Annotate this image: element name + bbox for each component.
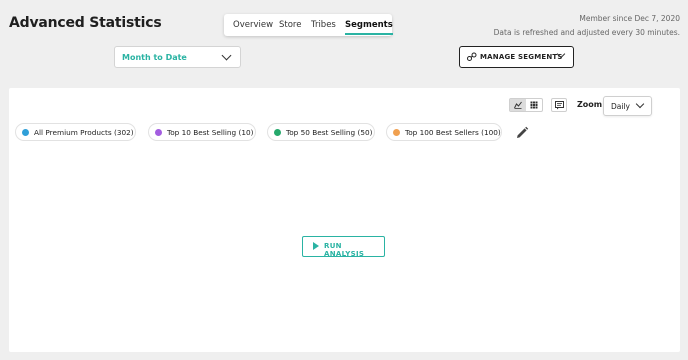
segment-label: Top 50 Best Selling (50)	[286, 128, 373, 137]
chevron-down-icon	[221, 50, 232, 61]
segment-pill-top-50[interactable]: Top 50 Best Selling (50)	[267, 123, 375, 141]
run-analysis-button[interactable]: RUN ANALYSIS	[302, 236, 385, 258]
page-title: Advanced Statistics	[9, 15, 162, 31]
segment-color-dot	[155, 129, 162, 136]
tab-bar: Overview Store Tribes Segments	[224, 14, 393, 36]
tab-segments[interactable]: Segments	[345, 20, 393, 35]
member-since-text: Member since Dec 7, 2020	[579, 14, 680, 23]
chart-view-button[interactable]	[510, 99, 526, 111]
grid-view-button[interactable]	[526, 99, 542, 111]
tab-overview[interactable]: Overview	[233, 20, 273, 30]
segments-icon	[467, 52, 477, 61]
play-icon	[313, 242, 319, 250]
zoom-value: Daily	[611, 102, 630, 111]
segment-pill-top-10[interactable]: Top 10 Best Selling (10)	[148, 123, 256, 141]
segment-pill-all-premium[interactable]: All Premium Products (302)	[15, 123, 136, 141]
tab-tribes[interactable]: Tribes	[311, 20, 336, 30]
date-range-dropdown[interactable]: Month to Date	[114, 46, 241, 68]
segments-panel: Zoom Daily All Premium Products (302) To…	[9, 88, 680, 352]
notes-button[interactable]	[551, 98, 567, 112]
segment-label: Top 10 Best Selling (10)	[167, 128, 254, 137]
chart-icon	[514, 101, 522, 109]
segment-label: All Premium Products (302)	[34, 128, 134, 137]
tab-store[interactable]: Store	[279, 20, 301, 30]
segment-pill-top-100[interactable]: Top 100 Best Sellers (100)	[386, 123, 502, 141]
view-mode-toggle	[509, 98, 543, 112]
grid-icon	[530, 101, 538, 109]
run-analysis-label: RUN ANALYSIS	[324, 242, 365, 258]
pencil-icon[interactable]	[515, 126, 529, 140]
date-range-value: Month to Date	[122, 53, 187, 62]
manage-segments-label: MANAGE SEGMENTS	[480, 53, 563, 61]
segment-color-dot	[274, 129, 281, 136]
zoom-label: Zoom	[577, 100, 603, 109]
segment-color-dot	[22, 129, 29, 136]
segment-label: Top 100 Best Sellers (100)	[405, 128, 501, 137]
chevron-down-icon	[635, 99, 645, 109]
segment-color-dot	[393, 129, 400, 136]
refresh-note: Data is refreshed and adjusted every 30 …	[493, 28, 680, 37]
comment-icon	[555, 101, 564, 110]
manage-segments-button[interactable]: MANAGE SEGMENTS	[459, 46, 574, 68]
zoom-dropdown[interactable]: Daily	[603, 96, 652, 116]
